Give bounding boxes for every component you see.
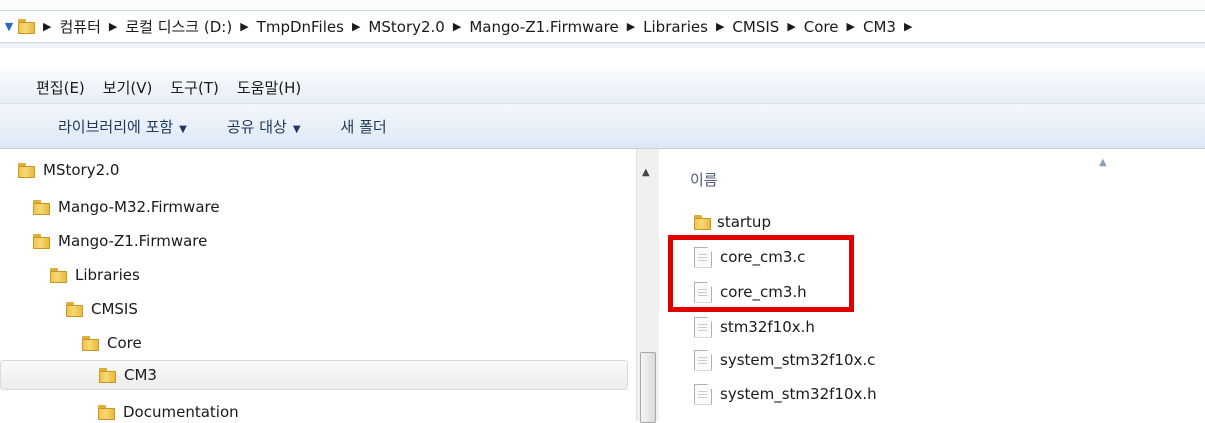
folder-icon (18, 19, 35, 34)
breadcrumb-cmsis[interactable]: CMSIS (732, 18, 779, 36)
tree-item-label: MStory2.0 (43, 161, 120, 179)
tree-item-label: CMSIS (91, 300, 138, 318)
scrollbar-thumb[interactable] (640, 352, 656, 423)
chevron-right-icon[interactable]: ▶ (240, 20, 248, 33)
menu-edit[interactable]: 편집(E) (36, 77, 85, 98)
tree-item-libraries[interactable]: Libraries (50, 260, 140, 290)
breadcrumb-mstory[interactable]: MStory2.0 (368, 18, 444, 36)
file-row-system-stm32f10x-c[interactable]: system_stm32f10x.c (694, 345, 875, 375)
breadcrumb-computer[interactable]: 컴퓨터 (59, 16, 100, 37)
tree-item-label: Core (107, 334, 142, 352)
breadcrumb-cm3[interactable]: CM3 (863, 18, 896, 36)
document-icon (694, 316, 712, 338)
folder-icon (33, 199, 50, 215)
folder-icon (18, 162, 35, 178)
chevron-right-icon[interactable]: ▶ (627, 20, 635, 33)
tree-item-mango-m32[interactable]: Mango-M32.Firmware (33, 192, 220, 222)
folder-icon (50, 267, 67, 283)
tree-item-label: CM3 (124, 366, 157, 384)
tree-item-core[interactable]: Core (82, 328, 142, 358)
folder-icon (99, 367, 116, 383)
document-icon (694, 383, 712, 405)
chevron-right-icon[interactable]: ▶ (847, 20, 855, 33)
file-name: system_stm32f10x.c (720, 351, 876, 369)
menu-view[interactable]: 보기(V) (103, 77, 153, 98)
breadcrumb-core[interactable]: Core (804, 18, 839, 36)
tree-item-label: Documentation (123, 403, 239, 421)
column-header-name[interactable]: 이름 (690, 169, 718, 190)
breadcrumb-mango-z1[interactable]: Mango-Z1.Firmware (469, 18, 618, 36)
chevron-right-icon[interactable]: ▶ (43, 20, 51, 33)
menu-bar: 편집(E) 보기(V) 도구(T) 도움말(H) (0, 71, 1205, 104)
sort-ascending-icon: ▲ (1099, 157, 1107, 168)
tree-item-mstory[interactable]: MStory2.0 (18, 155, 119, 185)
address-bar: ▼ ▶ 컴퓨터 ▶ 로컬 디스크 (D:) ▶ TmpDnFiles ▶ MSt… (0, 0, 1205, 48)
document-icon (694, 349, 712, 371)
navigation-scrollbar[interactable]: ▲ (636, 149, 660, 423)
command-bar: 라이브러리에 포함 ▼ 공유 대상 ▼ 새 폴더 (0, 104, 1205, 149)
file-row-startup[interactable]: startup (694, 207, 771, 237)
folder-icon (66, 301, 83, 317)
dropdown-caret-icon: ▼ (292, 123, 301, 135)
dropdown-caret-icon: ▼ (179, 123, 187, 135)
tree-item-cm3[interactable]: CM3 (0, 360, 628, 390)
file-row-stm32f10x-h[interactable]: stm32f10x.h (694, 312, 815, 342)
chevron-right-icon[interactable]: ▶ (453, 20, 461, 33)
folder-icon (33, 233, 50, 249)
tree-item-label: Mango-Z1.Firmware (58, 232, 208, 250)
folder-icon (694, 214, 711, 230)
red-highlight-box (668, 235, 854, 312)
chevron-right-icon[interactable]: ▶ (787, 20, 795, 33)
new-folder-button[interactable]: 새 폴더 (341, 116, 387, 137)
folder-icon (98, 404, 115, 420)
include-in-library-button[interactable]: 라이브러리에 포함 ▼ (58, 116, 187, 137)
tree-item-mango-z1[interactable]: Mango-Z1.Firmware (33, 226, 207, 256)
tree-item-label: Mango-M32.Firmware (58, 198, 220, 216)
chevron-right-icon[interactable]: ▶ (109, 20, 117, 33)
dropdown-arrow-icon[interactable]: ▼ (0, 20, 18, 33)
tree-item-documentation[interactable]: Documentation (98, 397, 239, 421)
chevron-right-icon[interactable]: ▶ (716, 20, 724, 33)
chevron-right-icon[interactable]: ▶ (352, 20, 360, 33)
menu-help[interactable]: 도움말(H) (237, 77, 301, 98)
file-name: startup (717, 213, 771, 231)
scroll-up-arrow-icon[interactable]: ▲ (642, 167, 650, 178)
breadcrumb-libraries[interactable]: Libraries (643, 18, 708, 36)
tree-item-cmsis[interactable]: CMSIS (66, 294, 138, 324)
breadcrumb-local-disk[interactable]: 로컬 디스크 (D:) (125, 16, 232, 37)
breadcrumb-tmpdnfiles[interactable]: TmpDnFiles (257, 18, 344, 36)
tree-item-label: Libraries (75, 266, 140, 284)
chevron-right-icon[interactable]: ▶ (904, 20, 912, 33)
address-field[interactable]: ▼ ▶ 컴퓨터 ▶ 로컬 디스크 (D:) ▶ TmpDnFiles ▶ MSt… (0, 10, 1205, 43)
file-row-system-stm32f10x-h[interactable]: system_stm32f10x.h (694, 379, 877, 409)
file-name: system_stm32f10x.h (720, 385, 877, 403)
file-name: stm32f10x.h (720, 318, 815, 336)
folder-icon (82, 335, 99, 351)
navigation-pane: MStory2.0 Mango-M32.Firmware Mango-Z1.Fi… (0, 149, 636, 421)
menu-tools[interactable]: 도구(T) (170, 77, 218, 98)
share-with-button[interactable]: 공유 대상 ▼ (227, 116, 301, 137)
